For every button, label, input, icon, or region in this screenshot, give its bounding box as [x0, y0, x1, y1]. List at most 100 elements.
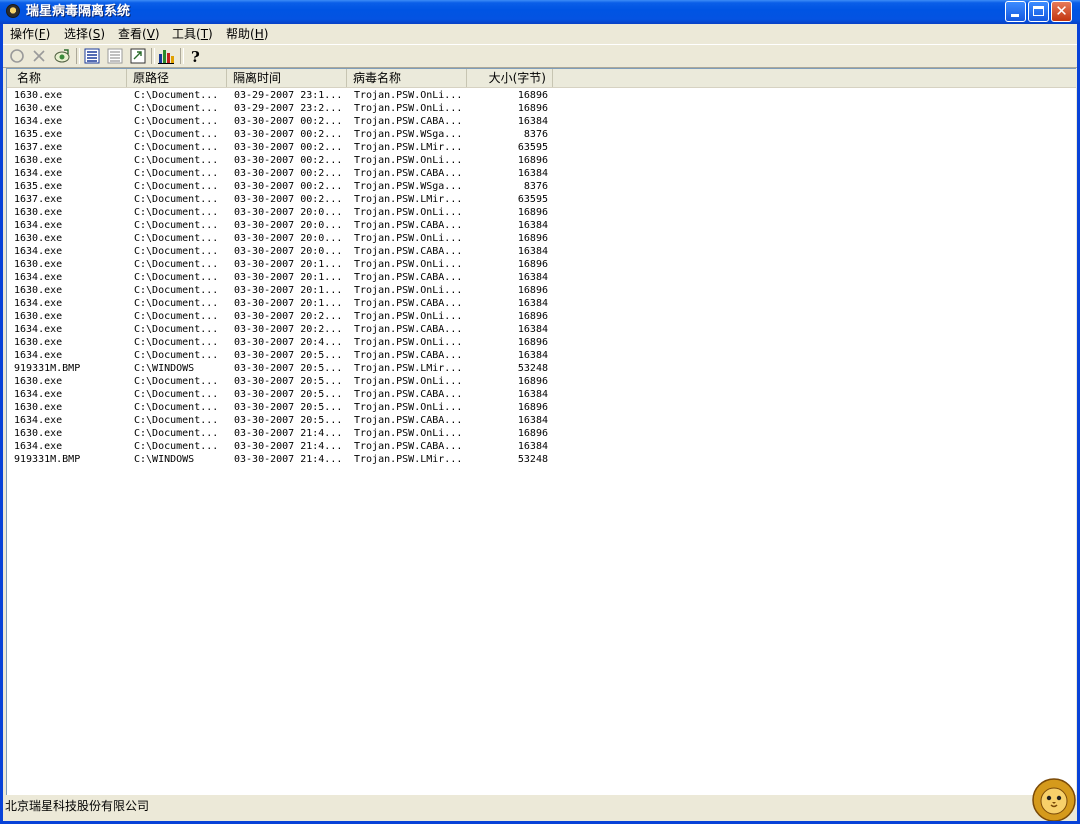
svg-text:?: ? [191, 48, 200, 65]
column-header-path[interactable]: 原路径 [127, 69, 227, 87]
table-row[interactable]: 1630.exe C:\Document... 03-30-2007 00:2...… [7, 154, 1076, 167]
cell-size: 16384 [517, 116, 548, 127]
table-row[interactable]: 1630.exe C:\Document... 03-30-2007 20:5...… [7, 401, 1076, 414]
table-row[interactable]: 1634.exe C:\Document... 03-30-2007 20:5...… [7, 349, 1076, 362]
delete-icon[interactable] [30, 47, 48, 65]
restore-icon[interactable] [8, 47, 26, 65]
cell-name: 1630.exe [14, 90, 63, 101]
column-header-name[interactable]: 名称 [7, 69, 127, 87]
cell-size: 16384 [517, 389, 548, 400]
toolbar-separator [180, 48, 184, 64]
menu-operate[interactable]: 操作(F) [9, 26, 51, 42]
table-row[interactable]: 919331M.BMP C:\WINDOWS 03-30-2007 20:5... T… [7, 362, 1076, 375]
cell-time: 03-30-2007 00:2... [234, 181, 343, 192]
cell-time: 03-30-2007 00:2... [234, 168, 343, 179]
cell-virus: Trojan.PSW.LMir... [354, 142, 463, 153]
cell-size: 16896 [517, 337, 548, 348]
table-row[interactable]: 1630.exe C:\Document... 03-30-2007 20:0...… [7, 232, 1076, 245]
app-window: 瑞星病毒隔离系统 ✕ 操作(F) 选择(S) 查看(V) 工具(T) 帮助(H) [0, 0, 1080, 824]
cell-size: 16384 [517, 415, 548, 426]
cell-size: 16896 [517, 90, 548, 101]
table-row[interactable]: 1634.exe C:\Document... 03-30-2007 20:0...… [7, 219, 1076, 232]
table-row[interactable]: 1630.exe C:\Document... 03-30-2007 20:1...… [7, 258, 1076, 271]
cell-name: 1630.exe [14, 402, 63, 413]
status-bar: 北京瑞星科技股份有限公司 [3, 796, 1077, 821]
cell-time: 03-30-2007 20:5... [234, 350, 343, 361]
cell-size: 63595 [517, 194, 548, 205]
column-header-size[interactable]: 大小(字节) [467, 69, 553, 87]
cell-name: 1634.exe [14, 246, 63, 257]
title-bar[interactable]: 瑞星病毒隔离系统 ✕ [0, 0, 1080, 24]
cell-time: 03-30-2007 00:2... [234, 194, 343, 205]
table-row[interactable]: 1630.exe C:\Document... 03-29-2007 23:1...… [7, 89, 1076, 102]
table-row[interactable]: 1635.exe C:\Document... 03-30-2007 00:2...… [7, 128, 1076, 141]
close-button[interactable]: ✕ [1051, 1, 1072, 22]
column-header-virus[interactable]: 病毒名称 [347, 69, 467, 87]
cell-path: C:\Document... [134, 428, 219, 439]
maximize-button[interactable] [1028, 1, 1049, 22]
table-row[interactable]: 1635.exe C:\Document... 03-30-2007 00:2...… [7, 180, 1076, 193]
table-row[interactable]: 1637.exe C:\Document... 03-30-2007 00:2...… [7, 141, 1076, 154]
cell-name: 1630.exe [14, 233, 63, 244]
table-row[interactable]: 1634.exe C:\Document... 03-30-2007 20:1...… [7, 271, 1076, 284]
cell-time: 03-30-2007 20:0... [234, 233, 343, 244]
table-row[interactable]: 1634.exe C:\Document... 03-30-2007 21:4...… [7, 440, 1076, 453]
table-row[interactable]: 1634.exe C:\Document... 03-30-2007 00:2...… [7, 167, 1076, 180]
menu-help[interactable]: 帮助(H) [225, 26, 269, 42]
column-header-time[interactable]: 隔离时间 [227, 69, 347, 87]
cell-name: 1634.exe [14, 272, 63, 283]
cell-time: 03-30-2007 20:5... [234, 363, 343, 374]
table-row[interactable]: 1630.exe C:\Document... 03-30-2007 20:5...… [7, 375, 1076, 388]
table-row[interactable]: 1630.exe C:\Document... 03-30-2007 20:2...… [7, 310, 1076, 323]
menu-view[interactable]: 查看(V) [117, 26, 161, 42]
menu-select[interactable]: 选择(S) [63, 26, 106, 42]
table-row[interactable]: 919331M.BMP C:\WINDOWS 03-30-2007 21:4... T… [7, 453, 1076, 466]
cell-size: 16896 [517, 428, 548, 439]
cell-virus: Trojan.PSW.OnLi... [354, 155, 463, 166]
quarantine-list[interactable]: 名称 原路径 隔离时间 病毒名称 大小(字节) 1630.exe C:\Docum… [6, 68, 1076, 795]
menu-help-label: 帮助 [226, 27, 251, 41]
table-row[interactable]: 1634.exe C:\Document... 03-30-2007 20:5...… [7, 388, 1076, 401]
list-view-icon[interactable] [106, 47, 124, 65]
cell-time: 03-30-2007 20:0... [234, 207, 343, 218]
cell-path: C:\Document... [134, 285, 219, 296]
table-row[interactable]: 1634.exe C:\Document... 03-30-2007 20:0...… [7, 245, 1076, 258]
cell-name: 919331M.BMP [14, 454, 81, 465]
cell-path: C:\Document... [134, 415, 219, 426]
cell-time: 03-30-2007 20:1... [234, 285, 343, 296]
cell-name: 1634.exe [14, 350, 63, 361]
refresh-icon[interactable] [129, 47, 147, 65]
cell-time: 03-30-2007 20:2... [234, 311, 343, 322]
details-view-icon[interactable] [83, 47, 101, 65]
cell-size: 16384 [517, 350, 548, 361]
table-row[interactable]: 1634.exe C:\Document... 03-30-2007 00:2...… [7, 115, 1076, 128]
cell-virus: Trojan.PSW.OnLi... [354, 259, 463, 270]
cell-size: 63595 [517, 142, 548, 153]
table-row[interactable]: 1630.exe C:\Document... 03-30-2007 20:4...… [7, 336, 1076, 349]
table-row[interactable]: 1630.exe C:\Document... 03-30-2007 20:1...… [7, 284, 1076, 297]
table-row[interactable]: 1630.exe C:\Document... 03-30-2007 21:4...… [7, 427, 1076, 440]
minimize-button[interactable] [1005, 1, 1026, 22]
app-logo-icon[interactable] [6, 4, 20, 18]
statistics-icon[interactable] [157, 47, 175, 65]
cell-virus: Trojan.PSW.OnLi... [354, 337, 463, 348]
cell-name: 1634.exe [14, 324, 63, 335]
help-icon[interactable]: ? [187, 47, 205, 65]
table-row[interactable]: 1630.exe C:\Document... 03-29-2007 23:2...… [7, 102, 1076, 115]
cell-size: 8376 [523, 129, 548, 140]
table-row[interactable]: 1637.exe C:\Document... 03-30-2007 00:2...… [7, 193, 1076, 206]
table-row[interactable]: 1634.exe C:\Document... 03-30-2007 20:5...… [7, 414, 1076, 427]
cell-path: C:\Document... [134, 441, 219, 452]
cell-path: C:\WINDOWS [134, 363, 195, 374]
cell-name: 919331M.BMP [14, 363, 81, 374]
table-row[interactable]: 1634.exe C:\Document... 03-30-2007 20:2...… [7, 323, 1076, 336]
cell-path: C:\Document... [134, 142, 219, 153]
cell-path: C:\Document... [134, 168, 219, 179]
add-file-icon[interactable] [53, 47, 71, 65]
table-row[interactable]: 1634.exe C:\Document... 03-30-2007 20:1...… [7, 297, 1076, 310]
table-row[interactable]: 1630.exe C:\Document... 03-30-2007 20:0...… [7, 206, 1076, 219]
cell-size: 16896 [517, 233, 548, 244]
cell-path: C:\Document... [134, 90, 219, 101]
menu-tools[interactable]: 工具(T) [171, 26, 214, 42]
cell-size: 16896 [517, 103, 548, 114]
